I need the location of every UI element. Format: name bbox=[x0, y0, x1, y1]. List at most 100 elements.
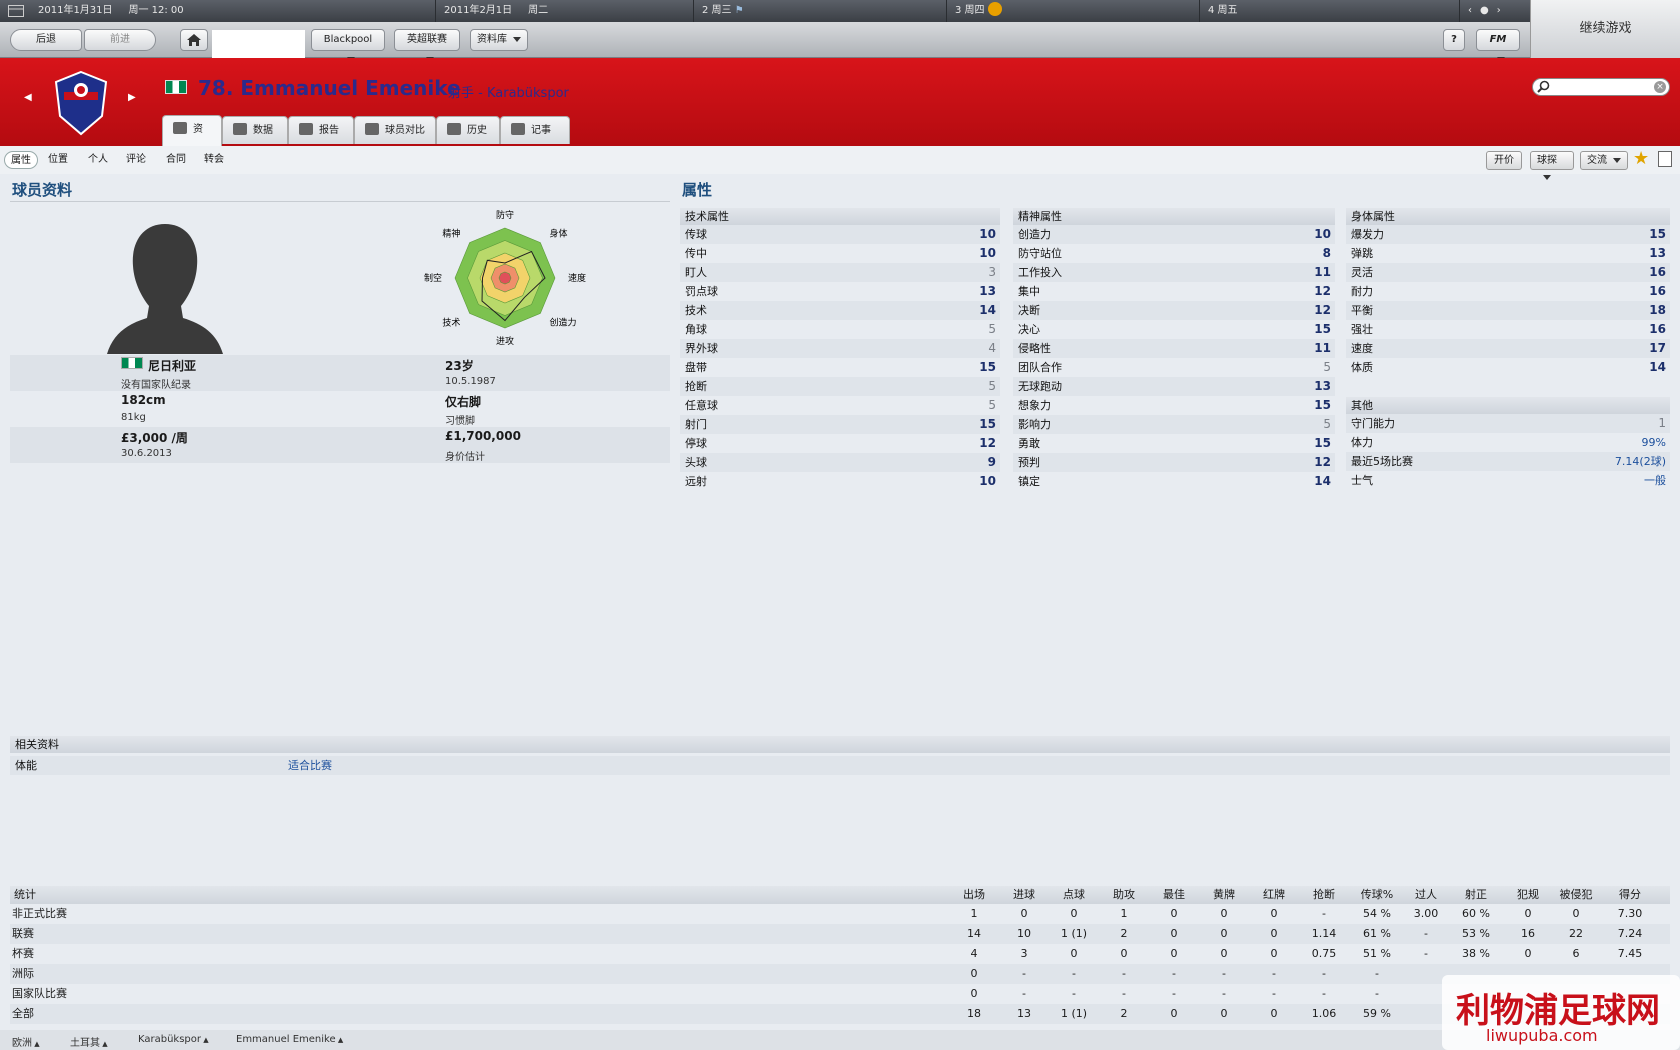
subnav-item-3[interactable]: 评论 bbox=[120, 151, 152, 169]
tab-1[interactable]: 数据 bbox=[222, 116, 288, 144]
calendar-day-5[interactable]: 4 周五 bbox=[1199, 0, 1459, 22]
technical-row[interactable]: 盘带 15 bbox=[680, 358, 1000, 377]
tab-0[interactable]: 资料 bbox=[162, 115, 222, 163]
search-input[interactable]: × bbox=[1532, 78, 1670, 96]
mental-row[interactable]: 无球跑动 13 bbox=[1013, 377, 1335, 396]
mental-row[interactable]: 镇定 14 bbox=[1013, 472, 1335, 491]
calendar-day-4[interactable]: 3 周四 bbox=[946, 0, 1199, 22]
calendar-icon[interactable] bbox=[0, 0, 30, 22]
technical-row[interactable]: 角球 5 bbox=[680, 320, 1000, 339]
continue-game-button[interactable]: 继续游戏 bbox=[1530, 0, 1680, 58]
stats-header-cell[interactable]: 得分 bbox=[1604, 886, 1656, 904]
technical-row[interactable]: 盯人 3 bbox=[680, 263, 1000, 282]
stats-header-cell[interactable]: 抢断 bbox=[1300, 886, 1348, 904]
calendar-day-2[interactable]: 2011年2月1日 周二 bbox=[435, 0, 693, 22]
technical-row[interactable]: 停球 12 bbox=[680, 434, 1000, 453]
stats-header-cell[interactable]: 射正 bbox=[1452, 886, 1500, 904]
subnav-item-4[interactable]: 合同 bbox=[160, 151, 192, 169]
player-position-club[interactable]: 射手 - Karabükspor bbox=[448, 82, 569, 101]
subnav-item-5[interactable]: 转会 bbox=[198, 151, 230, 169]
physical-row[interactable]: 体质 14 bbox=[1346, 358, 1670, 377]
physical-row[interactable]: 平衡 18 bbox=[1346, 301, 1670, 320]
mental-row[interactable]: 影响力 5 bbox=[1013, 415, 1335, 434]
next-player-arrow[interactable]: ▶ bbox=[128, 92, 136, 103]
mental-row[interactable]: 想象力 15 bbox=[1013, 396, 1335, 415]
nationality[interactable]: 尼日利亚 bbox=[148, 357, 196, 374]
back-button[interactable]: 后退 bbox=[10, 29, 82, 51]
technical-row[interactable]: 远射 10 bbox=[680, 472, 1000, 491]
fm-menu[interactable]: FM bbox=[1476, 29, 1520, 62]
breadcrumb-item[interactable]: Emmanuel Emenike ▲ bbox=[236, 1034, 343, 1045]
mental-row[interactable]: 侵略性 11 bbox=[1013, 339, 1335, 358]
subnav-item-0[interactable]: 属性 bbox=[4, 151, 38, 169]
prev-player-arrow[interactable]: ◀ bbox=[24, 92, 32, 103]
physical-row[interactable]: 速度 17 bbox=[1346, 339, 1670, 358]
stats-header-cell[interactable]: 点球 bbox=[1050, 886, 1098, 904]
stats-header-cell[interactable]: 助攻 bbox=[1100, 886, 1148, 904]
tab-3[interactable]: 球员对比 bbox=[354, 116, 436, 144]
mental-row[interactable]: 决断 12 bbox=[1013, 301, 1335, 320]
breadcrumb-item[interactable]: 欧洲 ▲ bbox=[12, 1034, 40, 1049]
mental-row[interactable]: 团队合作 5 bbox=[1013, 358, 1335, 377]
mental-row[interactable]: 决心 15 bbox=[1013, 320, 1335, 339]
subnav-item-2[interactable]: 个人 bbox=[82, 151, 114, 169]
league-menu[interactable]: 英超联赛 bbox=[394, 29, 460, 62]
club-menu[interactable]: Blackpool bbox=[311, 29, 385, 62]
interact-button[interactable]: 交流 bbox=[1580, 151, 1628, 170]
other-row[interactable]: 最近5场比赛 7.14(2球) bbox=[1346, 452, 1670, 471]
tab-4[interactable]: 历史 bbox=[436, 116, 500, 144]
other-row[interactable]: 士气 一般 bbox=[1346, 471, 1670, 490]
subnav-item-1[interactable]: 位置 bbox=[42, 151, 74, 169]
stats-header-cell[interactable]: 过人 bbox=[1402, 886, 1450, 904]
calendar-nav[interactable]: ‹●› bbox=[1459, 0, 1530, 22]
mental-row[interactable]: 工作投入 11 bbox=[1013, 263, 1335, 282]
scout-button[interactable]: 球探 bbox=[1530, 151, 1574, 180]
stats-header-cell[interactable]: 最佳 bbox=[1150, 886, 1198, 904]
stats-header-cell[interactable]: 统计 bbox=[14, 886, 214, 904]
physical-row[interactable]: 强壮 16 bbox=[1346, 320, 1670, 339]
mental-row[interactable]: 防守站位 8 bbox=[1013, 244, 1335, 263]
mental-row[interactable]: 创造力 10 bbox=[1013, 225, 1335, 244]
related-value[interactable]: 适合比赛 bbox=[288, 756, 332, 775]
tab-2[interactable]: 报告 bbox=[288, 116, 354, 144]
stats-header-cell[interactable]: 黄牌 bbox=[1200, 886, 1248, 904]
stats-header-cell[interactable]: 进球 bbox=[1000, 886, 1048, 904]
stats-header-cell[interactable]: 出场 bbox=[950, 886, 998, 904]
physical-row[interactable]: 灵活 16 bbox=[1346, 263, 1670, 282]
add-note-icon[interactable] bbox=[1658, 151, 1672, 167]
breadcrumb-item[interactable]: 土耳其 ▲ bbox=[70, 1034, 108, 1049]
star-icon[interactable]: ★ bbox=[1633, 148, 1649, 169]
clear-icon[interactable]: × bbox=[1654, 81, 1666, 93]
technical-row[interactable]: 罚点球 13 bbox=[680, 282, 1000, 301]
calendar-day-current[interactable]: 2011年1月31日 周一 12: 00 bbox=[30, 0, 435, 22]
mental-row[interactable]: 勇敢 15 bbox=[1013, 434, 1335, 453]
database-menu[interactable]: 资料库 bbox=[470, 29, 528, 51]
technical-row[interactable]: 技术 14 bbox=[680, 301, 1000, 320]
physical-row[interactable]: 耐力 16 bbox=[1346, 282, 1670, 301]
breadcrumb-item[interactable]: Karabükspor ▲ bbox=[138, 1034, 209, 1045]
technical-row[interactable]: 抢断 5 bbox=[680, 377, 1000, 396]
technical-row[interactable]: 任意球 5 bbox=[680, 396, 1000, 415]
tab-5[interactable]: 记事本 bbox=[500, 116, 570, 164]
stats-header-cell[interactable]: 被侵犯 bbox=[1552, 886, 1600, 904]
other-row[interactable]: 体力 99% bbox=[1346, 433, 1670, 452]
help-button[interactable]: ? bbox=[1443, 29, 1465, 51]
technical-row[interactable]: 界外球 4 bbox=[680, 339, 1000, 358]
physical-row[interactable]: 爆发力 15 bbox=[1346, 225, 1670, 244]
offer-button[interactable]: 开价 bbox=[1486, 151, 1522, 170]
stats-header-cell[interactable]: 传球% bbox=[1352, 886, 1402, 904]
home-button[interactable] bbox=[180, 29, 208, 51]
technical-row[interactable]: 传球 10 bbox=[680, 225, 1000, 244]
mental-row[interactable]: 预判 12 bbox=[1013, 453, 1335, 472]
physical-row[interactable]: 弹跳 13 bbox=[1346, 244, 1670, 263]
technical-row[interactable]: 射门 15 bbox=[680, 415, 1000, 434]
calendar-day-3[interactable]: 2 周三 ⚑ bbox=[693, 0, 946, 22]
other-row[interactable]: 守门能力 1 bbox=[1346, 414, 1670, 433]
mental-row[interactable]: 集中 12 bbox=[1013, 282, 1335, 301]
stats-header-cell[interactable]: 犯规 bbox=[1504, 886, 1552, 904]
technical-row[interactable]: 传中 10 bbox=[680, 244, 1000, 263]
technical-row[interactable]: 头球 9 bbox=[680, 453, 1000, 472]
club-crest-icon[interactable] bbox=[54, 70, 108, 139]
forward-button[interactable]: 前进 bbox=[84, 29, 156, 51]
stats-header-cell[interactable]: 红牌 bbox=[1250, 886, 1298, 904]
